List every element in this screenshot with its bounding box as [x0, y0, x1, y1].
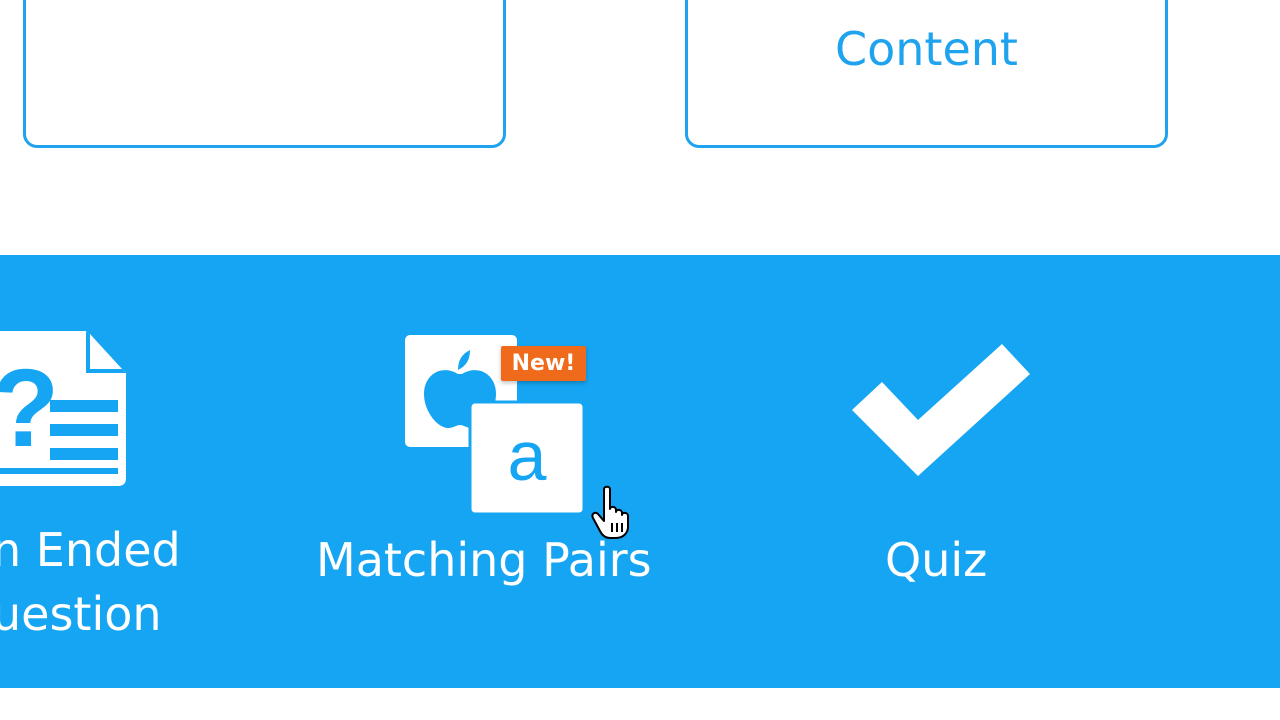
hand-pointer-cursor-icon: [591, 485, 629, 539]
add-web-content-button[interactable]: Add Web Content: [685, 0, 1168, 148]
add-content-button[interactable]: Add Content: [23, 0, 506, 148]
add-web-content-label: Add Web Content: [825, 0, 1029, 76]
quiz-option[interactable]: Quiz: [830, 330, 1050, 600]
add-content-label: Add Content: [121, 0, 408, 145]
question-document-icon: ?: [0, 331, 126, 486]
matching-pairs-option[interactable]: a Matching Pairs: [310, 330, 690, 600]
svg-text:a: a: [508, 417, 547, 495]
new-badge: New!: [501, 346, 586, 381]
open-ended-question-option[interactable]: ? n Ended uestion: [0, 320, 220, 650]
open-ended-question-label: n Ended uestion: [0, 523, 181, 641]
page-background-strip: [0, 688, 1280, 720]
quiz-label: Quiz: [885, 533, 988, 587]
checkmark-icon: [852, 344, 1030, 476]
